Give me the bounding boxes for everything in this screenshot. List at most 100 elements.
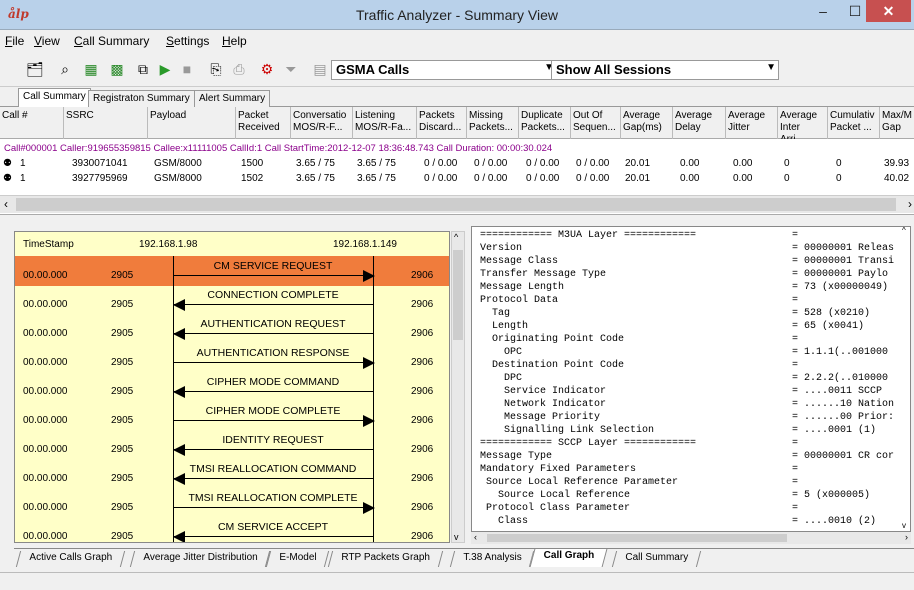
flow-row[interactable]: 00.00.000 2905 TMSI REALLOCATION COMPLETE 2… bbox=[15, 488, 449, 518]
scroll-up-icon[interactable]: ^ bbox=[454, 232, 458, 242]
decode-field[interactable]: Source Local Reference bbox=[480, 491, 630, 501]
col-average-jitter[interactable]: Average Jitter bbox=[726, 107, 778, 139]
flow-row[interactable]: 00.00.000 2905 CIPHER MODE COMMAND 2906 bbox=[15, 372, 449, 402]
col-ssrc[interactable]: SSRC bbox=[64, 107, 148, 139]
menu-help[interactable]: Help bbox=[222, 34, 247, 48]
decode-field[interactable]: ============ SCCP Layer ============ bbox=[480, 439, 696, 449]
decode-field[interactable]: Signalling Link Selection bbox=[480, 426, 654, 436]
col-payload[interactable]: Payload bbox=[148, 107, 236, 139]
decode-field[interactable]: Message Length bbox=[480, 283, 564, 293]
summary-tabs: Call Summary Registraton Summary Alert S… bbox=[0, 88, 914, 107]
tab-rtp-packets-graph[interactable]: RTP Packets Graph bbox=[327, 551, 443, 567]
menu-file[interactable]: File bbox=[5, 34, 24, 48]
col-max-gap[interactable]: Max/M Gap bbox=[880, 107, 914, 139]
scroll-down-icon[interactable]: v bbox=[902, 521, 906, 530]
decode-field[interactable]: Mandatory Fixed Parameters bbox=[480, 465, 636, 475]
grid-icon[interactable]: ▤ bbox=[309, 58, 331, 80]
search-icon[interactable]: ⌕ bbox=[54, 58, 76, 80]
capture-icon[interactable]: ▦ bbox=[80, 58, 102, 80]
flow-row[interactable]: 00.00.000 2905 TMSI REALLOCATION COMMAND 29… bbox=[15, 459, 449, 489]
flow-row[interactable]: 00.00.000 2905 CIPHER MODE COMPLETE 2906 bbox=[15, 401, 449, 431]
open-icon[interactable]: 🗂 bbox=[24, 58, 46, 80]
table-hscrollbar[interactable]: ‹ › bbox=[0, 195, 914, 213]
flow-row[interactable]: 00.00.000 2905 AUTHENTICATION RESPONSE 2906 bbox=[15, 343, 449, 373]
decode-field[interactable]: Class bbox=[480, 517, 528, 527]
play-icon[interactable]: ▶ bbox=[154, 58, 176, 80]
flow-row[interactable]: 00.00.000 2905 IDENTITY REQUEST 2906 bbox=[15, 430, 449, 460]
col-missing-packets[interactable]: Missing Packets... bbox=[467, 107, 519, 139]
decode-field[interactable]: Network Indicator bbox=[480, 400, 606, 410]
tab-active-calls-graph[interactable]: Active Calls Graph bbox=[15, 551, 125, 567]
flow-row[interactable]: 00.00.000 2905 CONNECTION COMPLETE 2906 bbox=[15, 285, 449, 315]
menu-call-summary[interactable]: Call Summary bbox=[74, 34, 149, 48]
export-icon[interactable]: ⎘ bbox=[205, 58, 227, 80]
decode-field[interactable]: OPC bbox=[480, 348, 522, 358]
decode-field[interactable]: Version bbox=[480, 244, 522, 254]
call-info-line[interactable]: Call#000001 Caller:919655359815 Callee:x… bbox=[4, 143, 552, 154]
table-row[interactable]: ⚉ 1 3930071041 GSM/8000 1500 3.65 / 75 3… bbox=[0, 157, 914, 171]
col-average-delay[interactable]: Average Delay bbox=[673, 107, 726, 139]
decode-field[interactable]: Message Type bbox=[480, 452, 552, 462]
decode-field[interactable]: Tag bbox=[480, 309, 510, 319]
close-button[interactable]: ✕ bbox=[866, 0, 911, 22]
decode-field[interactable]: Message Class bbox=[480, 257, 558, 267]
menu-view[interactable]: View bbox=[34, 34, 60, 48]
funnel-icon[interactable]: ⏷ bbox=[280, 58, 302, 80]
stop-capture-icon[interactable]: ▩ bbox=[106, 58, 128, 80]
decode-hscrollbar[interactable]: ‹ › bbox=[471, 532, 911, 544]
pane-splitter[interactable] bbox=[0, 215, 914, 225]
col-packet-received[interactable]: Packet Received bbox=[236, 107, 291, 139]
scroll-up-icon[interactable]: ^ bbox=[902, 226, 906, 235]
col-duplicate-packets[interactable]: Duplicate Packets... bbox=[519, 107, 571, 139]
col-average-inter-arrival[interactable]: Average Inter Arri... bbox=[778, 107, 828, 139]
decode-field[interactable]: Protocol Class Parameter bbox=[480, 504, 630, 514]
decode-field[interactable]: Protocol Data bbox=[480, 296, 558, 306]
stop-icon[interactable]: ■ bbox=[176, 58, 198, 80]
scroll-right-icon[interactable]: › bbox=[905, 532, 908, 542]
ladder-vscrollbar[interactable]: ^ v bbox=[451, 231, 465, 543]
scroll-right-icon[interactable]: › bbox=[908, 197, 912, 211]
decode-field[interactable]: Message Priority bbox=[480, 413, 600, 423]
tab-e-model[interactable]: E-Model bbox=[265, 551, 330, 567]
scroll-thumb[interactable] bbox=[453, 250, 463, 340]
decode-field[interactable]: Transfer Message Type bbox=[480, 270, 606, 280]
minimize-button[interactable]: – bbox=[807, 0, 839, 22]
decode-field[interactable]: Destination Point Code bbox=[480, 361, 624, 371]
tab-call-summary[interactable]: Call Summary bbox=[18, 88, 91, 107]
settings-icon[interactable]: ⚙ bbox=[256, 58, 278, 80]
decode-field[interactable]: DPC bbox=[480, 374, 522, 384]
scroll-thumb[interactable] bbox=[16, 198, 896, 211]
col-conversation-mos[interactable]: Conversatio MOS/R-F... bbox=[291, 107, 353, 139]
print-icon[interactable]: ⎙ bbox=[228, 58, 250, 80]
decode-field[interactable]: Service Indicator bbox=[480, 387, 606, 397]
menu-settings[interactable]: Settings bbox=[166, 34, 209, 48]
tab-registration-summary[interactable]: Registraton Summary bbox=[88, 90, 195, 107]
col-packets-discarded[interactable]: Packets Discard... bbox=[417, 107, 467, 139]
call-type-select[interactable]: GSMA Calls ▼ bbox=[331, 60, 557, 80]
scroll-left-icon[interactable]: ‹ bbox=[474, 532, 477, 542]
table-row[interactable]: ⚉ 1 3927795969 GSM/8000 1502 3.65 / 75 3… bbox=[0, 172, 914, 186]
decode-field[interactable]: Length bbox=[480, 322, 528, 332]
decode-field[interactable]: ============ M3UA Layer ============ bbox=[480, 231, 696, 241]
col-call[interactable]: Call # bbox=[0, 107, 64, 139]
session-filter-select[interactable]: Show All Sessions ▼ bbox=[551, 60, 779, 80]
decode-vscrollbar[interactable]: ^ v bbox=[902, 226, 912, 532]
col-listening-mos[interactable]: Listening MOS/R-Fa... bbox=[353, 107, 417, 139]
col-out-of-sequence[interactable]: Out Of Sequen... bbox=[571, 107, 621, 139]
flow-row[interactable]: 00.00.000 2905 AUTHENTICATION REQUEST 2906 bbox=[15, 314, 449, 344]
filter-icon[interactable]: ⧉ bbox=[132, 58, 154, 80]
scroll-thumb[interactable] bbox=[487, 534, 787, 542]
flow-row[interactable]: 00.00.000 2905 CM SERVICE REQUEST 2906 bbox=[15, 256, 449, 286]
tab-t38-analysis[interactable]: T.38 Analysis bbox=[449, 551, 535, 567]
scroll-left-icon[interactable]: ‹ bbox=[4, 197, 8, 211]
tab-average-jitter-distribution[interactable]: Average Jitter Distribution bbox=[129, 551, 271, 567]
decode-field[interactable]: Source Local Reference Parameter bbox=[480, 478, 678, 488]
decode-field[interactable]: Originating Point Code bbox=[480, 335, 624, 345]
tab-call-graph[interactable]: Call Graph bbox=[529, 549, 607, 567]
col-average-gap[interactable]: Average Gap(ms) bbox=[621, 107, 673, 139]
scroll-down-icon[interactable]: v bbox=[454, 532, 459, 542]
flow-row[interactable]: 00.00.000 2905 CM SERVICE ACCEPT 2906 bbox=[15, 517, 449, 542]
tab-alert-summary[interactable]: Alert Summary bbox=[194, 90, 271, 107]
tab-call-summary-graph[interactable]: Call Summary bbox=[611, 551, 701, 567]
col-cumulative-packet[interactable]: Cumulativ Packet ... bbox=[828, 107, 880, 139]
